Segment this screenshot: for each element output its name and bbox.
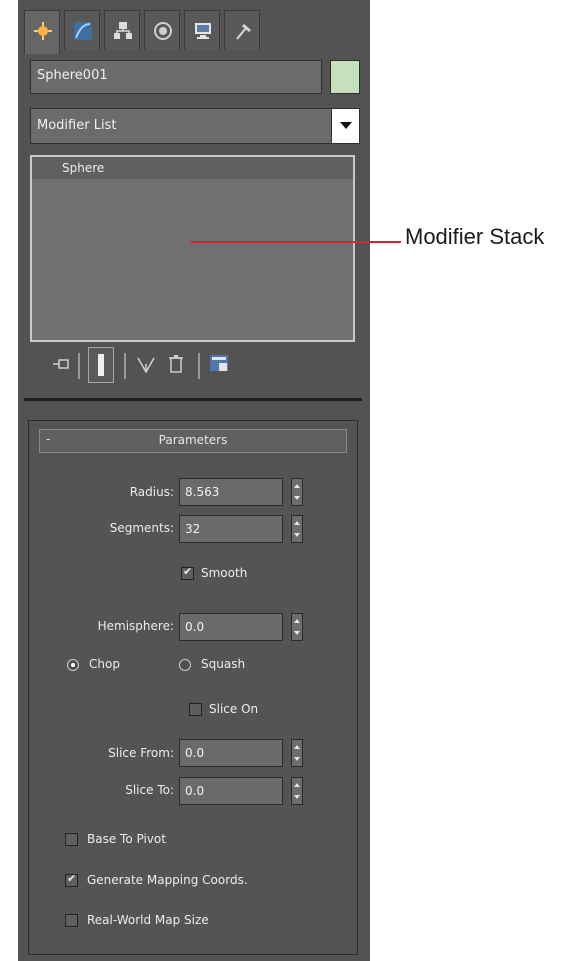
slice-from-input[interactable]: 0.0 bbox=[179, 739, 283, 767]
parameters-title: Parameters bbox=[158, 433, 228, 447]
pin-stack-icon[interactable] bbox=[52, 352, 70, 376]
tab-create[interactable] bbox=[24, 10, 60, 54]
generate-mapping-checkbox[interactable] bbox=[65, 872, 78, 887]
modifier-stack[interactable]: Sphere bbox=[30, 155, 355, 342]
parameters-rollout: - Parameters Radius: 8.563 Segments: 32 … bbox=[28, 420, 358, 955]
tab-utilities[interactable] bbox=[224, 10, 260, 50]
create-star-icon bbox=[34, 22, 52, 40]
real-world-map-label: Real-World Map Size bbox=[87, 913, 209, 927]
chevron-down-icon[interactable] bbox=[331, 109, 359, 143]
squash-label: Squash bbox=[201, 657, 246, 671]
tab-hierarchy[interactable] bbox=[104, 10, 140, 50]
base-to-pivot-checkbox[interactable] bbox=[65, 833, 78, 846]
parameters-rollout-header[interactable]: - Parameters bbox=[39, 429, 347, 453]
generate-mapping-label: Generate Mapping Coords. bbox=[87, 873, 248, 887]
toolbar-separator bbox=[124, 353, 126, 379]
object-color-swatch[interactable] bbox=[330, 60, 360, 94]
slice-from-spinner[interactable] bbox=[291, 739, 303, 767]
remove-modifier-icon[interactable] bbox=[166, 352, 186, 376]
hierarchy-icon bbox=[114, 22, 132, 39]
modifier-list-label: Modifier List bbox=[37, 118, 117, 133]
smooth-label: Smooth bbox=[201, 566, 248, 580]
real-world-map-checkbox[interactable] bbox=[65, 914, 78, 927]
squash-radio[interactable] bbox=[179, 659, 191, 671]
show-end-result-icon bbox=[98, 354, 104, 376]
radius-label: Radius: bbox=[129, 485, 174, 499]
hemisphere-spinner[interactable] bbox=[291, 613, 303, 641]
command-panel-tabs bbox=[24, 10, 364, 54]
tab-motion[interactable] bbox=[144, 10, 180, 50]
panel-divider bbox=[24, 398, 362, 401]
radius-input[interactable]: 8.563 bbox=[179, 478, 283, 506]
command-panel: Sphere001 Modifier List Sphere - Paramet… bbox=[18, 0, 370, 961]
slice-to-input[interactable]: 0.0 bbox=[179, 777, 283, 805]
segments-spinner[interactable] bbox=[291, 515, 303, 543]
base-to-pivot-label: Base To Pivot bbox=[87, 832, 166, 846]
radius-spinner[interactable] bbox=[291, 478, 303, 506]
motion-icon bbox=[154, 22, 172, 40]
show-end-result-button[interactable] bbox=[88, 347, 114, 383]
annotation-label: Modifier Stack bbox=[405, 224, 545, 249]
toolbar-separator bbox=[198, 353, 200, 379]
annotation-line bbox=[191, 241, 401, 243]
hemisphere-label: Hemisphere: bbox=[97, 619, 174, 633]
slice-from-label: Slice From: bbox=[108, 746, 174, 760]
segments-label: Segments: bbox=[109, 521, 174, 535]
make-unique-icon[interactable] bbox=[136, 352, 156, 376]
smooth-checkbox[interactable] bbox=[181, 565, 194, 580]
configure-modifier-sets-icon[interactable] bbox=[208, 352, 232, 376]
hemisphere-input[interactable]: 0.0 bbox=[179, 613, 283, 641]
chop-radio[interactable] bbox=[67, 659, 79, 671]
modifier-stack-item[interactable]: Sphere bbox=[32, 157, 353, 179]
tab-modify[interactable] bbox=[64, 10, 100, 50]
display-monitor-icon bbox=[195, 23, 211, 39]
toolbar-separator bbox=[78, 353, 80, 379]
object-name-field[interactable]: Sphere001 bbox=[30, 60, 322, 94]
modify-curve-icon bbox=[74, 22, 92, 40]
slice-to-spinner[interactable] bbox=[291, 777, 303, 805]
tab-display[interactable] bbox=[184, 10, 220, 50]
slice-on-checkbox[interactable] bbox=[189, 703, 202, 716]
slice-to-label: Slice To: bbox=[125, 783, 174, 797]
chop-label: Chop bbox=[89, 657, 120, 671]
modifier-list-dropdown[interactable]: Modifier List bbox=[30, 108, 360, 144]
utilities-hammer-icon bbox=[236, 24, 251, 40]
slice-on-label: Slice On bbox=[209, 702, 259, 716]
segments-input[interactable]: 32 bbox=[179, 515, 283, 543]
